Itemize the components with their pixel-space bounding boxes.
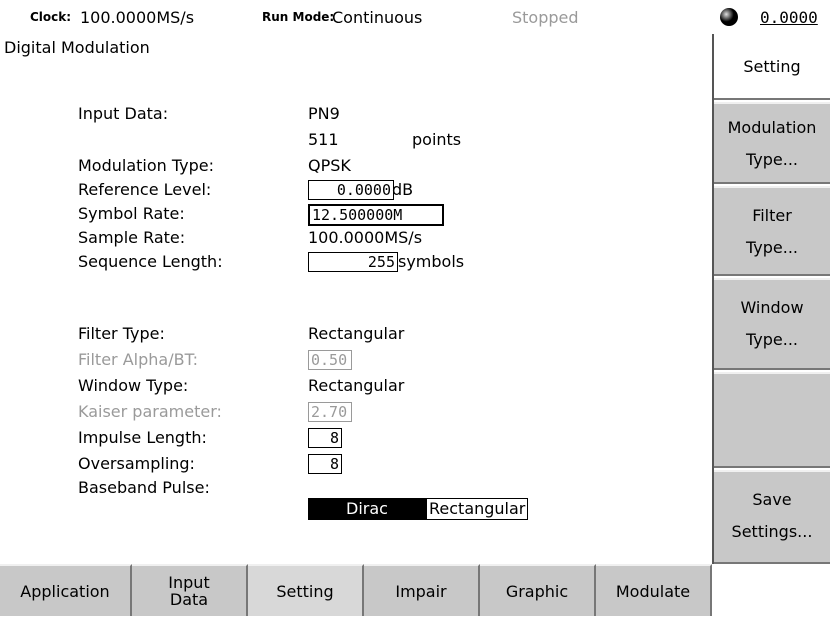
tab-graphic-label: Graphic (505, 581, 569, 601)
sample-rate-label: Sample Rate: (78, 228, 186, 247)
filter-type-value: Rectangular (308, 324, 405, 343)
modulation-type-button-line2: Type... (745, 150, 798, 169)
window-type-value: Rectangular (308, 376, 405, 395)
save-settings-button-line1: Save (752, 490, 792, 509)
filter-alpha-label: Filter Alpha/BT: (78, 350, 198, 369)
sequence-length-unit: symbols (398, 252, 465, 271)
status-dot-icon (720, 8, 738, 26)
oversampling-field[interactable]: 8 (308, 454, 342, 474)
run-mode-value: Continuous (332, 8, 423, 27)
tab-input-data-line1: Input (168, 573, 210, 592)
side-menu-title: Setting (714, 34, 830, 100)
reference-level-label: Reference Level: (78, 180, 212, 199)
input-data-label: Input Data: (78, 104, 169, 123)
symbol-rate-field[interactable]: 12.500000M (308, 204, 444, 226)
sequence-length-label: Sequence Length: (78, 252, 223, 271)
run-state: Stopped (512, 8, 579, 27)
save-settings-button[interactable]: Save Settings... (714, 470, 830, 564)
tab-impair-label: Impair (395, 581, 447, 601)
modulation-type-label: Modulation Type: (78, 156, 215, 175)
window-type-label: Window Type: (78, 376, 189, 395)
clock-label: Clock: (30, 10, 72, 24)
tab-input-data-line2: Data (169, 590, 209, 609)
page-title: Digital Modulation (4, 38, 150, 57)
tab-input-data[interactable]: Input Data (132, 564, 248, 616)
settings-panel: Digital Modulation Input Data: PN9 511 p… (0, 34, 712, 564)
reference-level-field[interactable]: 0.0000 (308, 180, 394, 200)
window-type-button-line2: Type... (745, 330, 798, 349)
filter-type-button-line2: Type... (745, 238, 798, 257)
side-menu-empty-slot (714, 372, 830, 468)
kaiser-parameter-label: Kaiser parameter: (78, 402, 222, 421)
baseband-option-rectangular[interactable]: Rectangular (426, 498, 529, 520)
modulation-type-button-line1: Modulation (727, 118, 817, 137)
tab-application[interactable]: Application (0, 564, 132, 616)
window-type-button-line1: Window (740, 298, 804, 317)
kaiser-parameter-field: 2.70 (308, 402, 352, 422)
symbol-rate-label: Symbol Rate: (78, 204, 185, 223)
status-bar: Clock: 100.0000MS/s Run Mode: Continuous… (0, 0, 830, 34)
filter-type-button-line1: Filter (752, 206, 792, 225)
tab-setting[interactable]: Setting (248, 564, 364, 616)
tab-setting-label: Setting (276, 581, 334, 601)
tab-graphic[interactable]: Graphic (480, 564, 596, 616)
filter-type-label: Filter Type: (78, 324, 165, 343)
input-data-value: PN9 (308, 104, 340, 123)
points-value: 511 (308, 130, 339, 149)
tab-impair[interactable]: Impair (364, 564, 480, 616)
status-value: 0.0000 (760, 8, 818, 27)
run-mode-label: Run Mode: (262, 10, 335, 24)
impulse-length-field[interactable]: 8 (308, 428, 342, 448)
points-unit: points (412, 130, 462, 149)
window-type-button[interactable]: Window Type... (714, 278, 830, 370)
tab-modulate[interactable]: Modulate (596, 564, 712, 616)
tab-application-label: Application (20, 581, 110, 601)
oversampling-label: Oversampling: (78, 454, 195, 473)
tab-modulate-label: Modulate (615, 581, 691, 601)
sequence-length-field[interactable]: 255 (308, 252, 398, 272)
baseband-pulse-label: Baseband Pulse: (78, 478, 210, 497)
modulation-type-button[interactable]: Modulation Type... (714, 102, 830, 184)
clock-value: 100.0000MS/s (80, 8, 195, 27)
filter-alpha-field: 0.50 (308, 350, 352, 370)
reference-level-unit: dB (392, 180, 414, 199)
bottom-tab-bar: Application Input Data Setting Impair Gr… (0, 564, 830, 620)
modulation-type-value: QPSK (308, 156, 351, 175)
impulse-length-label: Impulse Length: (78, 428, 207, 447)
sample-rate-value: 100.0000MS/s (308, 228, 423, 247)
side-menu: Setting Modulation Type... Filter Type..… (712, 34, 830, 564)
save-settings-button-line2: Settings... (731, 522, 813, 541)
baseband-option-dirac[interactable]: Dirac (308, 498, 426, 520)
filter-type-button[interactable]: Filter Type... (714, 186, 830, 276)
baseband-pulse-toggle[interactable]: Dirac Rectangular (308, 498, 529, 520)
